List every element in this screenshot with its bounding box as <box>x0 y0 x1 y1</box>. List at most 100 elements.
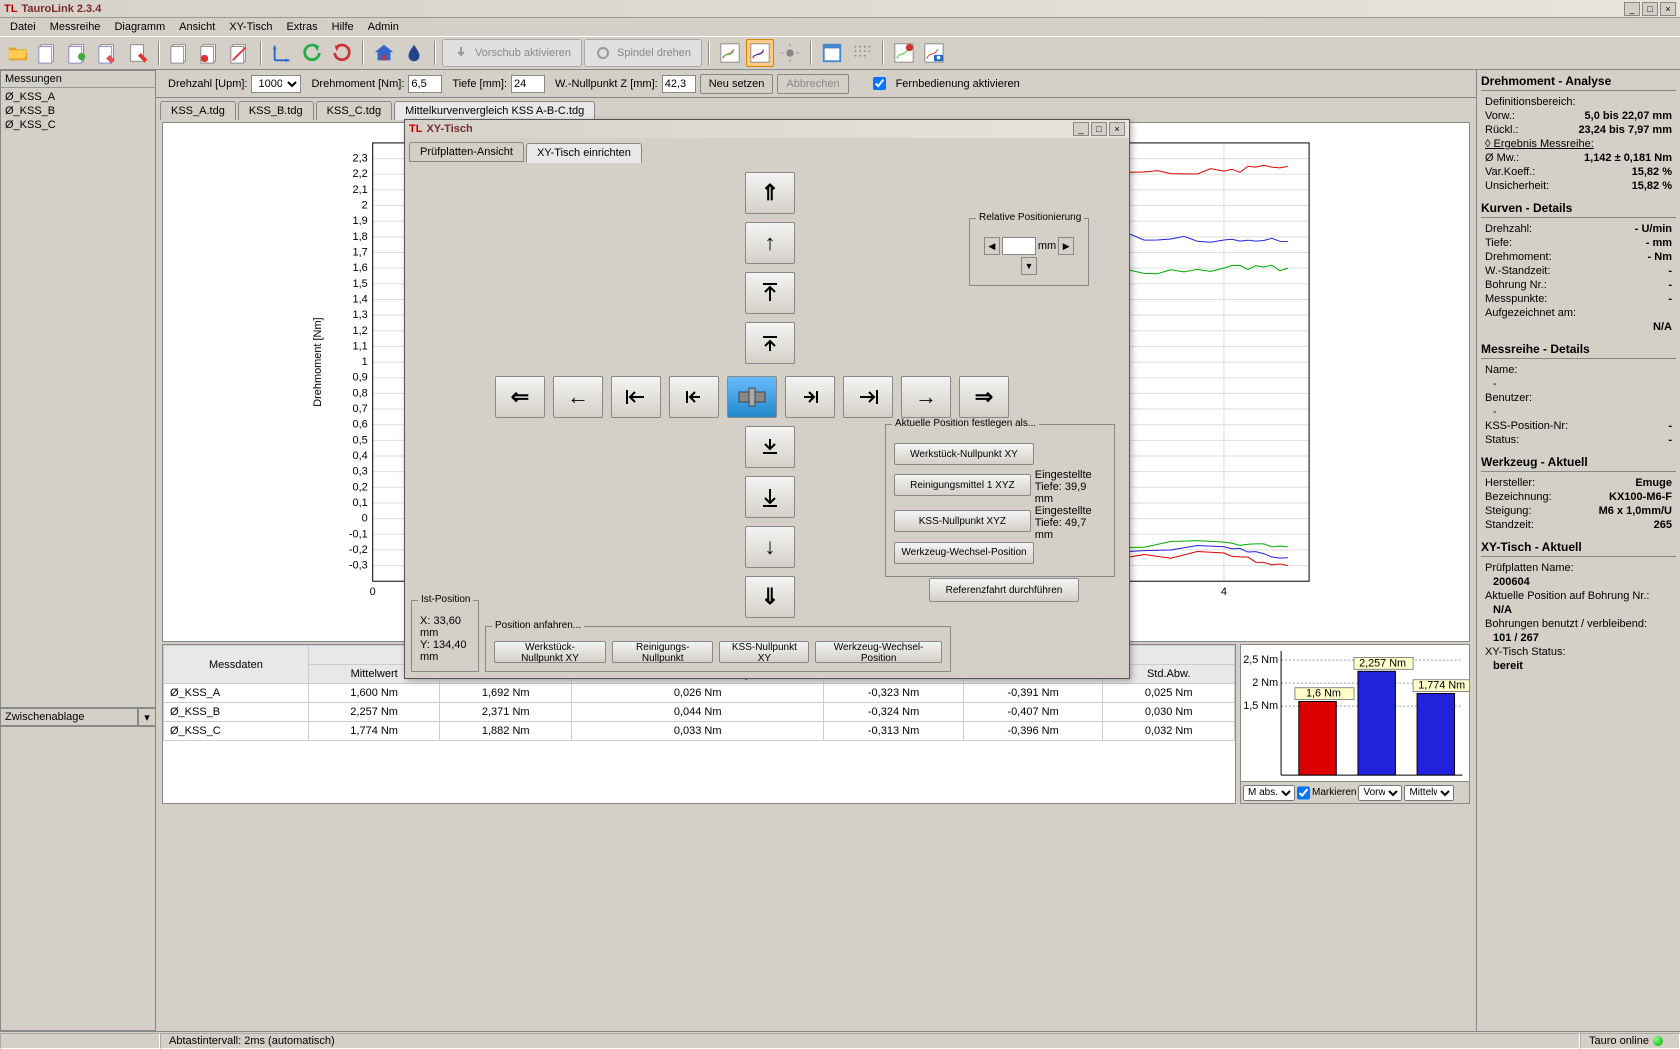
arrow-up-bar-icon[interactable] <box>745 272 795 314</box>
bar-select-mittel[interactable]: Mittelw. <box>1404 785 1454 801</box>
doc3-icon[interactable] <box>94 39 122 67</box>
messungen-list[interactable]: Ø_KSS_A Ø_KSS_B Ø_KSS_C <box>0 88 156 708</box>
relpos-down-icon[interactable]: ▼ <box>1021 257 1037 275</box>
window-icon[interactable] <box>818 39 846 67</box>
redo-icon[interactable] <box>196 39 224 67</box>
arrow-down-endbar-icon[interactable] <box>745 426 795 468</box>
chart-icon-2[interactable] <box>746 39 774 67</box>
drehzahl-select[interactable]: 1000 <box>251 75 301 93</box>
mess-item[interactable]: Ø_KSS_B <box>3 104 153 118</box>
xy-minimize-button[interactable]: _ <box>1073 122 1089 136</box>
werkstueck-nullpunkt-button[interactable]: Werkstück-Nullpunkt XY <box>894 443 1034 465</box>
arrow-up-endbar-icon[interactable] <box>745 322 795 364</box>
menu-xytisch[interactable]: XY-Tisch <box>223 19 278 35</box>
undo-icon[interactable] <box>166 39 194 67</box>
arrow-down-bar-icon[interactable] <box>745 476 795 518</box>
svg-text:1,8: 1,8 <box>353 231 368 243</box>
menu-ansicht[interactable]: Ansicht <box>173 19 221 35</box>
arrow-down-icon[interactable]: ↓ <box>745 526 795 568</box>
doc4-icon[interactable] <box>124 39 152 67</box>
spindel-button[interactable]: Spindel drehen <box>584 39 702 67</box>
zwischenablage-box[interactable] <box>0 726 156 1031</box>
drop-icon[interactable] <box>400 39 428 67</box>
arrow-down-fast-icon[interactable]: ⇓ <box>745 576 795 618</box>
svg-text:0: 0 <box>362 513 368 525</box>
menu-datei[interactable]: Datei <box>4 19 42 35</box>
bar-select-abs[interactable]: M abs. <box>1243 785 1295 801</box>
open-folder-icon[interactable] <box>4 39 32 67</box>
refresh-right-icon[interactable] <box>328 39 356 67</box>
table-row[interactable]: Ø_KSS_A1,600 Nm1,692 Nm0,026 Nm-0,323 Nm… <box>164 684 1235 703</box>
grid-icon[interactable] <box>848 39 876 67</box>
bar-markieren-checkbox[interactable] <box>1297 785 1310 801</box>
table-row[interactable]: Ø_KSS_B2,257 Nm2,371 Nm0,044 Nm-0,324 Nm… <box>164 703 1235 722</box>
xy-center-icon[interactable] <box>727 376 777 418</box>
relpos-right-icon[interactable]: ▶ <box>1058 237 1074 255</box>
referenzfahrt-button[interactable]: Referenzfahrt durchführen <box>929 578 1079 602</box>
zoom-reset-icon[interactable] <box>268 39 296 67</box>
gear-icon[interactable] <box>776 39 804 67</box>
mess-item[interactable]: Ø_KSS_C <box>3 118 153 132</box>
maximize-button[interactable]: □ <box>1642 2 1658 16</box>
doc1-icon[interactable] <box>34 39 62 67</box>
mess-item[interactable]: Ø_KSS_A <box>3 90 153 104</box>
xy-tab-pruefplatten[interactable]: Prüfplatten-Ansicht <box>409 142 524 162</box>
relpos-left-icon[interactable]: ◀ <box>984 237 1000 255</box>
anfahr-reinigung-button[interactable]: Reinigungs-Nullpunkt <box>612 641 713 663</box>
arrow-left-icon[interactable]: ← <box>553 376 603 418</box>
docslash-icon[interactable] <box>226 39 254 67</box>
kss-nullpunkt-xyz-button[interactable]: KSS-Nullpunkt XYZ <box>894 510 1031 532</box>
menu-hilfe[interactable]: Hilfe <box>326 19 360 35</box>
close-button[interactable]: × <box>1660 2 1676 16</box>
table-row[interactable]: Ø_KSS_C1,774 Nm1,882 Nm0,033 Nm-0,313 Nm… <box>164 722 1235 741</box>
vorschub-button[interactable]: Vorschub aktivieren <box>442 39 582 67</box>
arrow-right-bar-icon[interactable] <box>843 376 893 418</box>
file-tab-active[interactable]: Mittelkurvenvergleich KSS A-B-C.tdg <box>394 101 595 120</box>
svg-text:1,5: 1,5 <box>353 278 368 290</box>
arrow-left-bar-icon[interactable] <box>611 376 661 418</box>
menu-admin[interactable]: Admin <box>362 19 405 35</box>
werkzeug-wechsel-button[interactable]: Werkzeug-Wechsel-Position <box>894 542 1034 564</box>
arrow-left-fast-icon[interactable]: ⇐ <box>495 376 545 418</box>
anfahr-kss-button[interactable]: KSS-Nullpunkt XY <box>719 641 809 663</box>
minimize-button[interactable]: _ <box>1624 2 1640 16</box>
chart-icon-3[interactable] <box>890 39 918 67</box>
wnull-input[interactable] <box>662 75 696 93</box>
chart-icon-1[interactable] <box>716 39 744 67</box>
xy-close-button[interactable]: × <box>1109 122 1125 136</box>
arrow-right-fast-icon[interactable]: ⇒ <box>959 376 1009 418</box>
xy-maximize-button[interactable]: □ <box>1091 122 1107 136</box>
home-icon[interactable] <box>370 39 398 67</box>
drehmoment-input[interactable] <box>408 75 442 93</box>
menu-messreihe[interactable]: Messreihe <box>44 19 107 35</box>
fernbedienung-checkbox[interactable] <box>873 77 886 90</box>
anfahr-werkzeug-button[interactable]: Werkzeug-Wechsel-Position <box>815 641 942 663</box>
arrow-up-fast-icon[interactable]: ⇑ <box>745 172 795 214</box>
zwischenablage-dropdown-icon[interactable]: ▾ <box>138 708 156 726</box>
wnull-label: W.-Nullpunkt Z [mm]: <box>555 78 658 90</box>
reinigungsmittel-button[interactable]: Reinigungsmittel 1 XYZ <box>894 474 1031 496</box>
statusbar: Abtastintervall: 2ms (automatisch) Tauro… <box>0 1031 1680 1049</box>
relpos-input[interactable] <box>1002 237 1036 255</box>
arrow-left-end-icon[interactable] <box>669 376 719 418</box>
file-tab[interactable]: KSS_B.tdg <box>238 101 314 120</box>
refresh-left-icon[interactable] <box>298 39 326 67</box>
xy-tab-einrichten[interactable]: XY-Tisch einrichten <box>526 143 642 163</box>
menu-extras[interactable]: Extras <box>280 19 323 35</box>
file-tab[interactable]: KSS_C.tdg <box>316 101 392 120</box>
anfahr-werkstueck-button[interactable]: Werkstück-Nullpunkt XY <box>494 641 606 663</box>
drehzahl-label: Drehzahl [Upm]: <box>168 78 247 90</box>
bar-chart[interactable]: 2,5 Nm2 Nm1,5 Nm1,6 Nm2,257 Nm1,774 Nm M… <box>1240 644 1470 804</box>
position-anfahren-group: Position anfahren... Werkstück-Nullpunkt… <box>485 626 951 672</box>
file-tab[interactable]: KSS_A.tdg <box>160 101 236 120</box>
bar-select-vorw[interactable]: Vorw. <box>1358 785 1402 801</box>
neu-setzen-button[interactable]: Neu setzen <box>700 74 774 94</box>
arrow-right-icon[interactable]: → <box>901 376 951 418</box>
chart-camera-icon[interactable] <box>920 39 948 67</box>
tiefe-input[interactable] <box>511 75 545 93</box>
doc2-icon[interactable] <box>64 39 92 67</box>
arrow-right-end-icon[interactable] <box>785 376 835 418</box>
abbrechen-button[interactable]: Abbrechen <box>777 74 848 94</box>
menu-diagramm[interactable]: Diagramm <box>108 19 171 35</box>
arrow-up-icon[interactable]: ↑ <box>745 222 795 264</box>
